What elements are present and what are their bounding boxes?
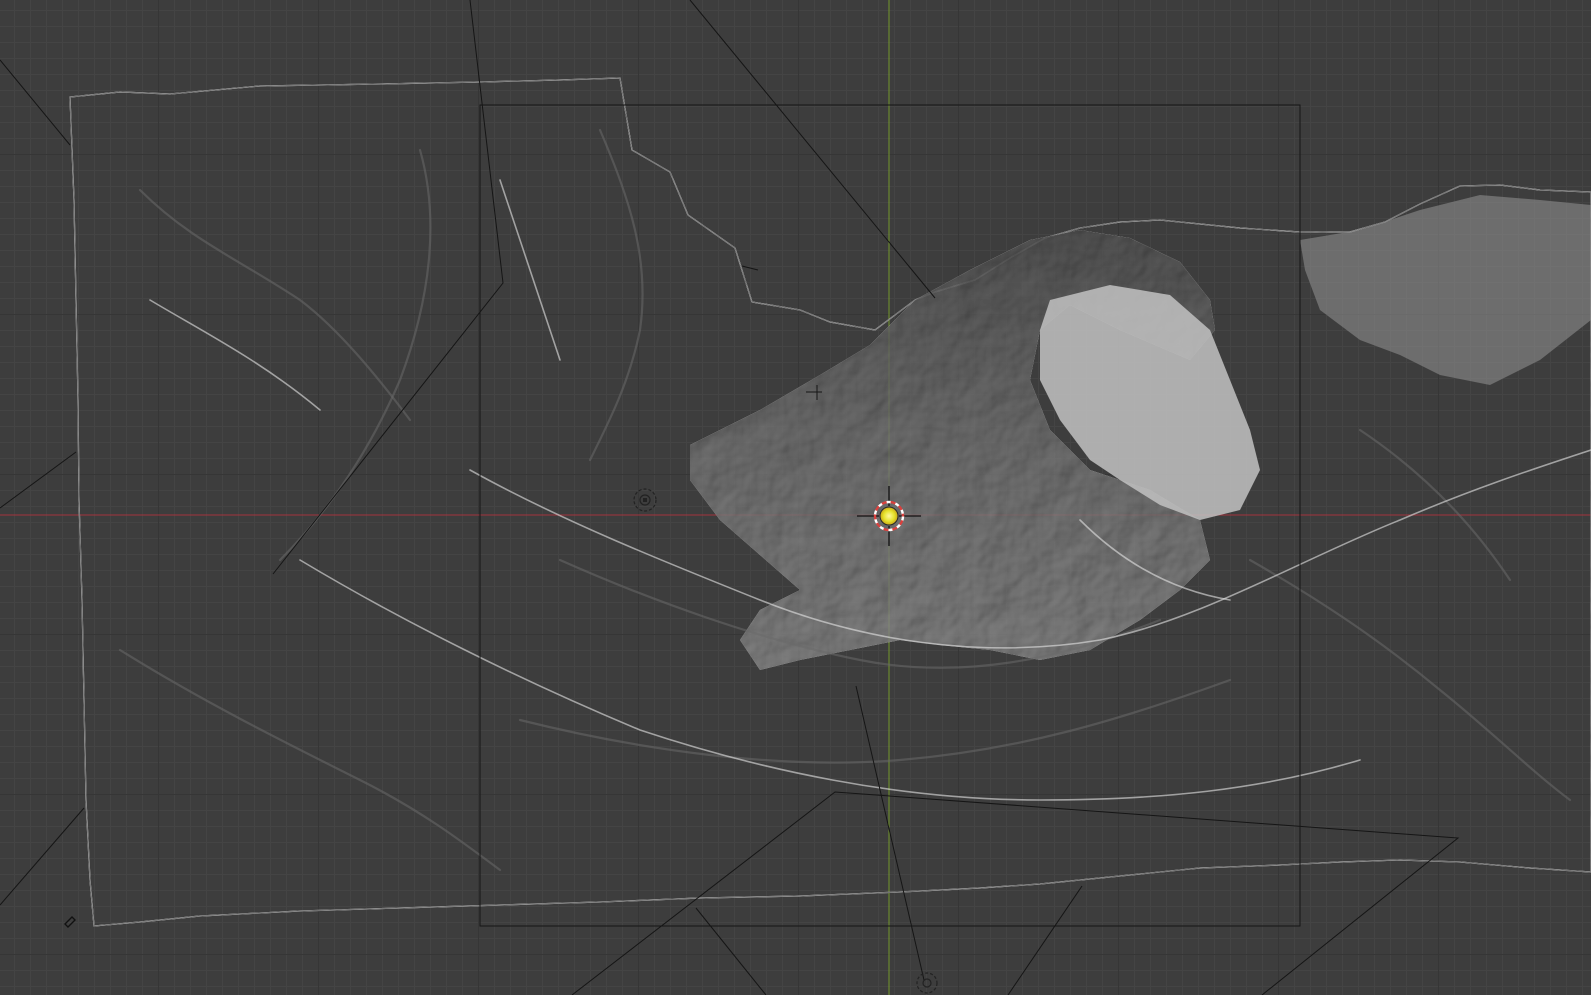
viewport-scene[interactable] bbox=[0, 0, 1591, 995]
camera-frustum-left bbox=[272, 0, 504, 575]
viewport-3d[interactable] bbox=[0, 0, 1591, 995]
light-probe-icon[interactable] bbox=[633, 488, 657, 512]
object-origin-marker[interactable] bbox=[64, 916, 76, 928]
camera-frustum-bottom bbox=[571, 791, 1460, 995]
terrain-right-cliffs bbox=[1300, 195, 1591, 385]
point-light-icon[interactable] bbox=[879, 506, 899, 526]
terrain-mesh[interactable] bbox=[69, 77, 1591, 927]
empty-icon[interactable] bbox=[916, 972, 938, 994]
